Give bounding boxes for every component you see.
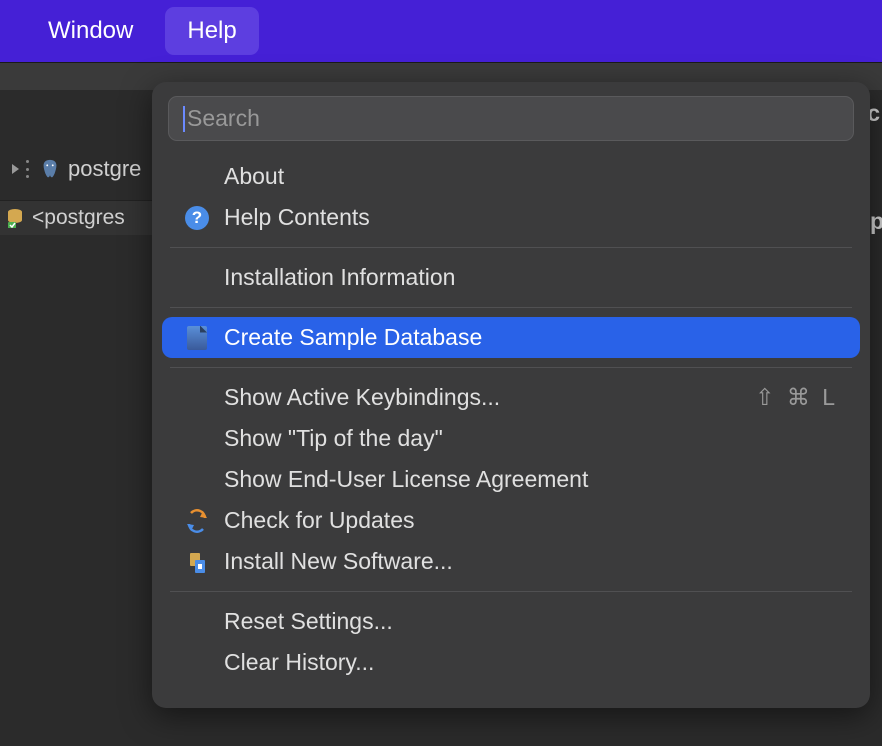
menu-item-install-new-software[interactable]: Install New Software... [162, 541, 860, 582]
icon-slot [184, 467, 210, 493]
keyboard-shortcut: ⇧ ⌘ L [755, 384, 838, 411]
install-icon [184, 549, 210, 575]
sidebar: postgre [0, 90, 160, 188]
expand-arrow-icon[interactable] [12, 164, 19, 174]
menu-item-about[interactable]: About [162, 156, 860, 197]
menubar-item-help[interactable]: Help [165, 7, 258, 55]
menu-search-input[interactable] [187, 105, 839, 132]
icon-slot [184, 265, 210, 291]
tree-item-label: postgre [68, 156, 141, 182]
help-icon: ? [184, 205, 210, 231]
postgres-icon [39, 157, 61, 181]
menu-item-clear-history[interactable]: Clear History... [162, 642, 860, 683]
icon-slot [184, 164, 210, 190]
menu-item-label: Show End-User License Agreement [224, 466, 838, 493]
connection-icon [6, 208, 24, 228]
connection-tab[interactable]: <postgres [0, 200, 160, 235]
menu-item-show-tip-of-the-day[interactable]: Show "Tip of the day" [162, 418, 860, 459]
menu-item-label: Show "Tip of the day" [224, 425, 838, 452]
menu-item-label: Show Active Keybindings... [224, 384, 741, 411]
menubar-item-window[interactable]: Window [26, 7, 155, 55]
menu-item-label: About [224, 163, 838, 190]
menu-item-installation-information[interactable]: Installation Information [162, 257, 860, 298]
menu-item-reset-settings[interactable]: Reset Settings... [162, 601, 860, 642]
document-icon [184, 325, 210, 351]
menu-item-label: Help Contents [224, 204, 838, 231]
drag-handle-icon [26, 160, 32, 178]
icon-slot [184, 385, 210, 411]
menu-item-label: Installation Information [224, 264, 838, 291]
icon-slot [184, 609, 210, 635]
menu-item-create-sample-database[interactable]: Create Sample Database [162, 317, 860, 358]
menu-item-show-active-keybindings[interactable]: Show Active Keybindings... ⇧ ⌘ L [162, 377, 860, 418]
menu-divider [170, 367, 852, 368]
menu-item-check-for-updates[interactable]: Check for Updates [162, 500, 860, 541]
menu-item-label: Reset Settings... [224, 608, 838, 635]
text-caret [183, 106, 185, 132]
menu-item-label: Install New Software... [224, 548, 838, 575]
tree-item-postgres[interactable]: postgre [0, 150, 160, 188]
clipped-text-mid: p [870, 208, 882, 235]
menu-item-label: Check for Updates [224, 507, 838, 534]
menu-item-label: Create Sample Database [224, 324, 838, 351]
help-dropdown-menu: About ? Help Contents Installation Infor… [152, 82, 870, 708]
menubar: Window Help [0, 0, 882, 62]
update-icon [184, 508, 210, 534]
menu-divider [170, 307, 852, 308]
icon-slot [184, 426, 210, 452]
menu-search-box[interactable] [168, 96, 854, 141]
menu-item-help-contents[interactable]: ? Help Contents [162, 197, 860, 238]
menu-item-label: Clear History... [224, 649, 838, 676]
menu-item-show-eula[interactable]: Show End-User License Agreement [162, 459, 860, 500]
icon-slot [184, 650, 210, 676]
connection-tab-label: <postgres [32, 206, 125, 230]
menu-divider [170, 591, 852, 592]
menu-divider [170, 247, 852, 248]
